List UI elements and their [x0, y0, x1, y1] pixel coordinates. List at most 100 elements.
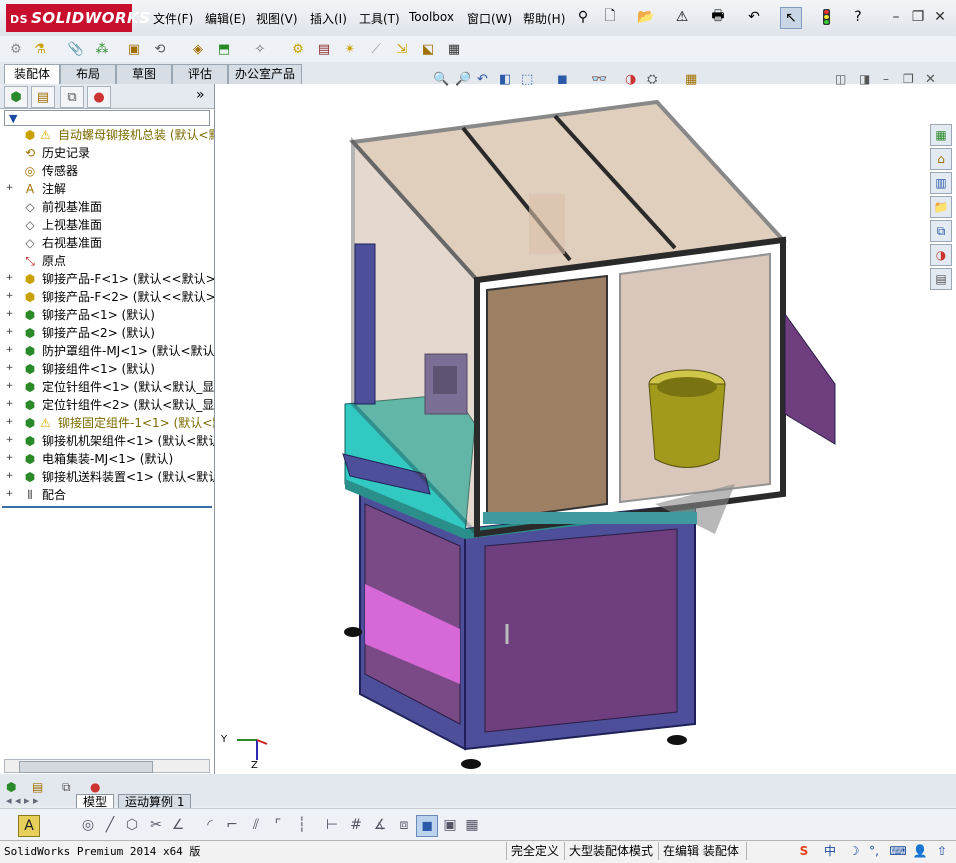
expand-toggle-icon[interactable]: + — [5, 274, 14, 283]
expand-toggle-icon[interactable] — [5, 256, 14, 265]
mini-feature-tree-icon[interactable]: ⬢ — [6, 780, 16, 794]
explode-line-sketch-icon[interactable]: ⟋ — [366, 39, 386, 59]
move-component-icon[interactable]: ⟲ — [150, 39, 170, 59]
tree-item[interactable]: + ⬢ 铆接产品-F<2> (默认<<默认>_显 — [0, 288, 214, 306]
smart-fasteners-icon[interactable]: ▣ — [124, 39, 144, 59]
tree-item[interactable]: + ⬢ 铆接产品-F<1> (默认<<默认>_显 — [0, 270, 214, 288]
mini-property-icon[interactable]: ▤ — [32, 780, 43, 794]
close-icon[interactable]: ✕ — [930, 8, 950, 26]
keyboard-icon[interactable]: ⌨ — [889, 843, 906, 859]
tree-item[interactable]: ⟲ 历史记录 — [0, 144, 214, 162]
expand-toggle-icon[interactable]: + — [5, 328, 14, 337]
tree-item[interactable]: + ⬢ 铆接组件<1> (默认) — [0, 360, 214, 378]
tree-item[interactable]: + ⬢ 电箱集装-MJ<1> (默认) — [0, 450, 214, 468]
tab-evaluate[interactable]: 评估 — [172, 64, 228, 84]
mini-config-icon[interactable]: ⧉ — [62, 780, 71, 795]
menu-view[interactable]: 视图(V) — [256, 10, 298, 27]
expand-toggle-icon[interactable]: + — [5, 310, 14, 319]
tree-item[interactable]: ◎ 传感器 — [0, 162, 214, 180]
insert-component-icon[interactable]: ⚗ — [30, 39, 50, 59]
restore-icon[interactable]: ❐ — [908, 8, 928, 26]
construction-line-icon[interactable]: ┆ — [292, 815, 312, 835]
graphics-area[interactable]: 🔍 🔎 ↶ ◧ ⬚ ◼ 👓 ◑ ⛭ ▦ ◫ ◨ – ❐ ✕ Y Z — [215, 72, 956, 774]
show-hidden-icon[interactable]: ◈ — [188, 39, 208, 59]
shaded-view-icon[interactable]: ◼ — [416, 815, 438, 837]
scrollbar-thumb[interactable] — [19, 761, 153, 773]
appearances-icon[interactable]: ◑ — [930, 244, 952, 266]
front-door-left[interactable] — [486, 274, 608, 522]
tab-sketch[interactable]: 草图 — [116, 64, 172, 84]
tree-item[interactable]: + ⬢ 防护罩组件-MJ<1> (默认<默认_ — [0, 342, 214, 360]
tab-office-products[interactable]: 办公室产品 — [228, 64, 302, 84]
design-library-icon[interactable]: ▥ — [930, 172, 952, 194]
display-manager-icon[interactable]: ● — [87, 86, 111, 108]
tree-item[interactable]: + ⬢ 铆接机送料装置<1> (默认<默认 — [0, 468, 214, 486]
expand-toggle-icon[interactable] — [5, 238, 14, 247]
minimize-icon[interactable]: – — [886, 8, 906, 26]
collapse-panel-icon[interactable]: » — [196, 87, 205, 103]
relation-tool-icon[interactable]: ∡ — [370, 815, 390, 835]
tree-item[interactable]: + ⬢ 铆接产品<2> (默认) — [0, 324, 214, 342]
trim-tool-icon[interactable]: ✂ — [146, 815, 166, 835]
new-document-icon[interactable]: 🗋 — [600, 7, 620, 27]
view-palette-icon[interactable]: ⧉ — [930, 220, 952, 242]
edit-component-icon[interactable]: ⚙ — [6, 39, 26, 59]
expand-toggle-icon[interactable]: + — [5, 436, 14, 445]
mini-display-icon[interactable]: ● — [90, 780, 100, 794]
undo-icon[interactable]: ↶ — [744, 7, 764, 27]
mate-icon[interactable]: 📎 — [66, 39, 86, 59]
tree-item[interactable]: + ⬢ 铆接机机架组件<1> (默认<默认 — [0, 432, 214, 450]
menu-help[interactable]: 帮助(H) — [523, 10, 565, 27]
tree-item[interactable]: ⬢ ⚠ 自动螺母铆接机总装 (默认<默 — [0, 126, 214, 144]
reference-geometry-icon[interactable]: ✧ — [250, 39, 270, 59]
help-icon[interactable]: ? — [848, 7, 868, 27]
tree-item[interactable]: + ⬢ 定位针组件<1> (默认<默认_显示 — [0, 378, 214, 396]
expand-toggle-icon[interactable]: + — [5, 346, 14, 355]
box-tool-icon[interactable]: ⧈ — [394, 815, 414, 835]
expand-toggle-icon[interactable] — [5, 148, 14, 157]
file-explorer-icon[interactable]: 📁 — [930, 196, 952, 218]
tree-item[interactable]: + ⬢ 铆接产品<1> (默认) — [0, 306, 214, 324]
expand-toggle-icon[interactable] — [5, 166, 14, 175]
annotation-tool-icon[interactable]: A — [18, 815, 40, 837]
update-speedpak-icon[interactable]: ⬕ — [418, 39, 438, 59]
tree-item[interactable]: ⤡ 原点 — [0, 252, 214, 270]
tree-item[interactable]: ◇ 前视基准面 — [0, 198, 214, 216]
sogou-ime-icon[interactable]: S — [796, 843, 812, 859]
tab-assembly[interactable]: 装配体 — [4, 64, 60, 84]
exploded-view-icon[interactable]: ✴ — [340, 39, 360, 59]
expand-toggle-icon[interactable]: + — [5, 184, 14, 193]
menu-insert[interactable]: 插入(I) — [310, 10, 347, 27]
take-snapshot-icon[interactable]: ▦ — [444, 39, 464, 59]
offset-tool-icon[interactable]: ⫽ — [246, 815, 266, 835]
grid-tool-icon[interactable]: # — [346, 815, 366, 835]
expand-toggle-icon[interactable]: + — [5, 418, 14, 427]
menu-tools[interactable]: 工具(T) — [359, 10, 400, 27]
property-manager-icon[interactable]: ▤ — [31, 86, 55, 108]
expand-toggle-icon[interactable]: + — [5, 454, 14, 463]
feature-tree-icon[interactable]: ⬢ — [4, 86, 28, 108]
linear-pattern-icon[interactable]: ⁂ — [92, 39, 112, 59]
expand-toggle-icon[interactable]: + — [5, 472, 14, 481]
assembly-features-icon[interactable]: ⬒ — [214, 39, 234, 59]
tree-item[interactable]: + ⫴ 配合 — [0, 486, 214, 504]
solidworks-resources-icon[interactable]: ▦ — [930, 124, 952, 146]
angle-tool-icon[interactable]: ∠ — [168, 815, 188, 835]
tree-item[interactable]: + A 注解 — [0, 180, 214, 198]
open-folder-icon[interactable]: 📂 — [636, 7, 656, 27]
tree-item[interactable]: ◇ 右视基准面 — [0, 234, 214, 252]
expand-toggle-icon[interactable] — [5, 130, 14, 139]
expand-toggle-icon[interactable] — [5, 220, 14, 229]
select-arrow-icon[interactable]: ↖ — [780, 7, 802, 29]
custom-properties-icon[interactable]: ▤ — [930, 268, 952, 290]
tree-item[interactable]: + ⬢ ⚠ 铆接固定组件-1<1> (默认<默 — [0, 414, 214, 432]
menu-file[interactable]: 文件(F) — [153, 10, 193, 27]
ime-mode-indicator[interactable]: 中 — [822, 843, 838, 859]
status-large-assembly-mode[interactable]: 大型装配体模式 — [564, 842, 657, 860]
menu-window[interactable]: 窗口(W) — [467, 10, 512, 27]
expand-toggle-icon[interactable]: + — [5, 292, 14, 301]
user-icon[interactable]: 👤 — [912, 843, 928, 859]
punctuation-icon[interactable]: °, — [866, 843, 882, 859]
filter-input[interactable]: ▼ — [4, 110, 210, 126]
machine-model[interactable] — [215, 84, 956, 774]
